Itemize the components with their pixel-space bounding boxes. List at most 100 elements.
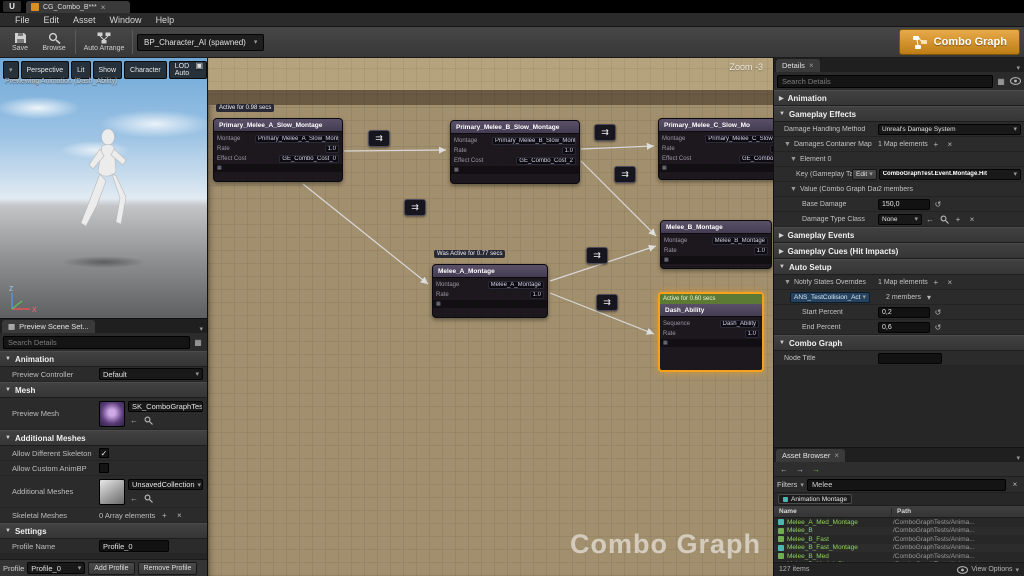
edit-tag-button[interactable]: Edit ▾: [852, 168, 877, 180]
menu-asset[interactable]: Asset: [66, 15, 103, 25]
end-percent-input[interactable]: [878, 321, 930, 333]
additional-meshes-thumbnail[interactable]: [99, 478, 125, 505]
preview-mesh-thumbnail[interactable]: [99, 400, 125, 427]
section-auto-setup[interactable]: ▼ Auto Setup: [774, 259, 1024, 275]
transition-node[interactable]: ⇉: [596, 294, 618, 311]
transition-node[interactable]: ⇉: [404, 199, 426, 216]
section-combo-graph[interactable]: ▼ Combo Graph: [774, 335, 1024, 351]
damage-handling-dropdown[interactable]: Unreal's Damage System ▾: [878, 123, 1021, 135]
details-search-input[interactable]: [777, 74, 993, 88]
revert-icon[interactable]: ↺: [932, 321, 944, 333]
section-gameplay-cues[interactable]: ▶ Gameplay Cues (Hit Impacts): [774, 243, 1024, 259]
back-icon[interactable]: ←: [778, 463, 790, 475]
browse-button[interactable]: Browse: [37, 28, 71, 57]
start-percent-input[interactable]: [878, 306, 930, 318]
section-animation[interactable]: ▼ Animation: [0, 351, 207, 367]
graph-node-primary-melee-a[interactable]: Primary_Melee_A_Slow_Montage Montage Prim…: [213, 118, 343, 182]
empty-map-icon[interactable]: ×: [944, 138, 956, 150]
base-damage-input[interactable]: [878, 198, 930, 210]
transition-node[interactable]: ⇉: [594, 124, 616, 141]
graph-node-primary-melee-c[interactable]: Primary_Melee_C_Slow_Mo Montage Primary_M…: [658, 118, 773, 180]
chevron-down-icon[interactable]: ▾: [195, 325, 207, 333]
chevron-down-icon[interactable]: ▾: [800, 481, 804, 489]
perspective-button[interactable]: Perspective: [20, 61, 70, 79]
character-button[interactable]: Character: [124, 61, 167, 79]
chevron-expanded-icon[interactable]: ▼: [784, 279, 791, 286]
remove-profile-button[interactable]: Remove Profile: [137, 561, 198, 575]
column-name[interactable]: Name: [774, 508, 892, 515]
auto-arrange-button[interactable]: Auto Arrange: [80, 28, 128, 57]
use-selected-icon[interactable]: ←: [128, 492, 140, 504]
use-selected-icon[interactable]: ←: [924, 213, 936, 225]
preview-viewport[interactable]: ▾ Perspective Lit Show Character LOD Aut…: [0, 58, 208, 318]
column-path[interactable]: Path: [892, 508, 1024, 515]
allow-different-skeleton-checkbox[interactable]: ✓: [99, 448, 109, 458]
additional-meshes-dropdown[interactable]: UnsavedCollection ▾: [128, 479, 203, 490]
lit-button[interactable]: Lit: [71, 61, 91, 79]
damage-type-dropdown[interactable]: None ▾: [878, 213, 922, 225]
asset-search-input[interactable]: [806, 478, 1006, 491]
menu-edit[interactable]: Edit: [37, 15, 67, 25]
tab-preview-scene-settings[interactable]: ▦ Preview Scene Set...: [2, 320, 95, 333]
preview-search-input[interactable]: [3, 335, 190, 349]
notify-state-class-dropdown[interactable]: ANS_TestCollision_Act ▾: [790, 291, 870, 303]
clear-search-icon[interactable]: ×: [1009, 479, 1021, 491]
section-settings[interactable]: ▼ Settings: [0, 523, 207, 539]
section-additional-meshes[interactable]: ▼ Additional Meshes: [0, 430, 207, 446]
section-gameplay-effects[interactable]: ▼ Gameplay Effects: [774, 106, 1024, 122]
asset-row[interactable]: Melee_A_Med_Montage/ComboGraphTests/Anim…: [774, 518, 1024, 527]
save-button[interactable]: Save: [3, 28, 37, 57]
gameplay-tag-dropdown[interactable]: ComboGraphTest.Event.Montage.Hit ▾: [878, 168, 1021, 180]
browse-to-asset-icon[interactable]: [142, 414, 154, 426]
chevron-down-icon[interactable]: ▾: [1012, 454, 1024, 462]
menu-file[interactable]: File: [8, 15, 37, 25]
add-map-element-icon[interactable]: +: [930, 138, 942, 150]
view-options-button[interactable]: View Options ▾: [957, 565, 1019, 574]
asset-row[interactable]: Melee_B/ComboGraphTests/Anima...: [774, 526, 1024, 535]
browse-to-asset-icon[interactable]: [142, 492, 154, 504]
node-title-input[interactable]: [878, 352, 942, 364]
graph-node-primary-melee-b[interactable]: Primary_Melee_B_Slow_Montage Montage Prim…: [450, 120, 580, 184]
section-mesh[interactable]: ▼ Mesh: [0, 382, 207, 398]
forward-icon[interactable]: →: [794, 463, 806, 475]
go-to-folder-icon[interactable]: →: [810, 463, 822, 475]
chevron-expanded-icon[interactable]: ▼: [784, 141, 791, 148]
chevron-down-icon[interactable]: ▾: [923, 291, 935, 303]
menu-help[interactable]: Help: [149, 15, 182, 25]
delete-icon[interactable]: ×: [173, 509, 185, 521]
empty-map-icon[interactable]: ×: [944, 276, 956, 288]
chevron-expanded-icon[interactable]: ▼: [790, 156, 797, 163]
use-selected-icon[interactable]: ←: [128, 414, 140, 426]
display-filter-eye-icon[interactable]: [1009, 75, 1021, 87]
chevron-expanded-icon[interactable]: ▼: [790, 186, 797, 193]
asset-row[interactable]: Melee_B_Med/ComboGraphTests/Anima...: [774, 552, 1024, 561]
preview-controller-dropdown[interactable]: Default ▾: [99, 368, 203, 380]
chevron-down-icon[interactable]: ▾: [1012, 64, 1024, 72]
revert-icon[interactable]: ↺: [932, 306, 944, 318]
show-button[interactable]: Show: [92, 61, 123, 79]
add-element-icon[interactable]: +: [158, 509, 170, 521]
graph-node-dash-ability-selected[interactable]: Active for 0.60 secs Dash_Ability Sequen…: [658, 292, 764, 372]
section-animation[interactable]: ▶ Animation: [774, 90, 1024, 106]
combo-graph-mode-button[interactable]: Combo Graph: [898, 29, 1020, 55]
graph-node-melee-b-montage[interactable]: Melee_B_Montage Montage Melee_B_Montage R…: [660, 220, 772, 269]
close-icon[interactable]: ×: [809, 61, 814, 70]
maximize-icon[interactable]: ▣: [195, 61, 203, 70]
combo-graph-canvas[interactable]: Zoom -3 Active for 0.98 secs Was Active …: [208, 58, 773, 576]
asset-row[interactable]: Melee_B_Fast_Montage/ComboGraphTests/Ani…: [774, 543, 1024, 552]
grid-view-icon[interactable]: ▦: [995, 75, 1007, 87]
close-icon[interactable]: ×: [834, 451, 839, 460]
add-icon[interactable]: +: [952, 213, 964, 225]
preview-mesh-dropdown[interactable]: SK_ComboGraphTest_Mar ▾: [128, 401, 203, 412]
section-gameplay-events[interactable]: ▶ Gameplay Events: [774, 227, 1024, 243]
preview-target-dropdown[interactable]: BP_Character_AI (spawned) ▾: [137, 33, 265, 51]
document-tab[interactable]: CG_Combo_B*** ×: [26, 1, 130, 13]
browse-to-asset-icon[interactable]: [938, 213, 950, 225]
revert-icon[interactable]: ↺: [932, 198, 944, 210]
asset-row[interactable]: Melee_B_Fast/ComboGraphTests/Anima...: [774, 535, 1024, 544]
close-icon[interactable]: ×: [101, 3, 106, 12]
menu-window[interactable]: Window: [103, 15, 149, 25]
animation-montage-filter-chip[interactable]: Animation Montage: [778, 494, 853, 504]
tab-asset-browser[interactable]: Asset Browser ×: [776, 449, 846, 462]
viewport-options-button[interactable]: ▾: [3, 61, 19, 79]
